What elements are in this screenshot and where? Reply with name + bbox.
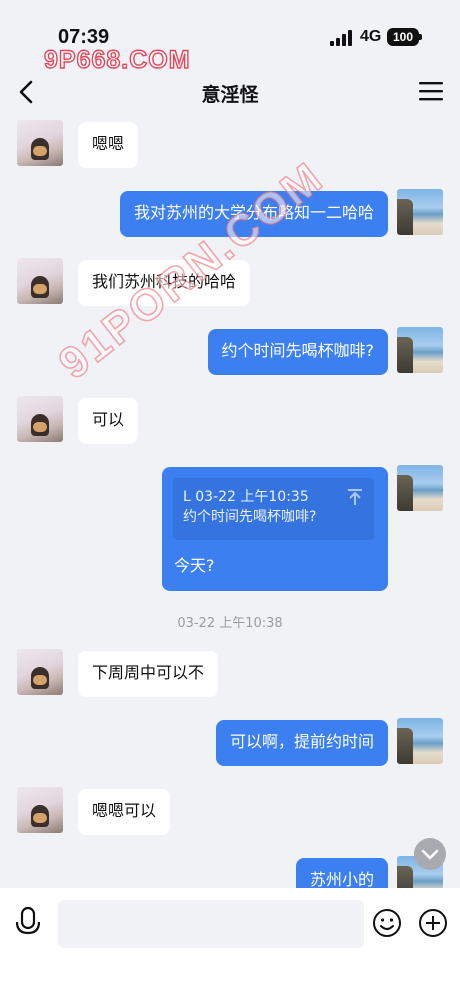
quoted-message-header: L 03-22 上午10:35 xyxy=(183,489,309,505)
emoji-icon[interactable] xyxy=(372,908,402,938)
message-bubble-sent-reply[interactable]: L 03-22 上午10:35 约个时间先喝杯咖啡? 今天? xyxy=(162,467,388,591)
message-timestamp: 03-22 上午10:38 xyxy=(177,616,283,631)
contact-avatar[interactable] xyxy=(17,120,63,166)
contact-avatar[interactable] xyxy=(17,258,63,304)
my-avatar[interactable] xyxy=(397,327,443,373)
chevron-down-icon xyxy=(421,849,439,860)
message-bubble-received[interactable]: 下周周中可以不 xyxy=(78,651,219,697)
battery-tip xyxy=(419,34,422,40)
my-avatar[interactable] xyxy=(397,189,443,235)
jump-to-top-icon[interactable] xyxy=(346,488,364,506)
scroll-to-bottom-button[interactable] xyxy=(414,838,446,870)
menu-icon[interactable] xyxy=(418,80,444,102)
message-bubble-received[interactable]: 嗯嗯 xyxy=(78,122,139,168)
contact-avatar[interactable] xyxy=(17,396,63,442)
nav-bar: 意淫怪 xyxy=(0,70,460,114)
contact-avatar[interactable] xyxy=(17,787,63,833)
network-type: 4G xyxy=(360,28,382,45)
message-bubble-received[interactable]: 嗯嗯可以 xyxy=(78,789,171,835)
message-bubble-sent[interactable]: 可以啊，提前约时间 xyxy=(215,720,388,766)
quoted-message-text: 约个时间先喝杯咖啡? xyxy=(183,509,317,525)
chat-title: 意淫怪 xyxy=(201,84,259,106)
battery-icon: 100 xyxy=(387,28,419,46)
my-avatar[interactable] xyxy=(397,465,443,511)
message-bubble-received[interactable]: 可以 xyxy=(78,398,139,444)
contact-avatar[interactable] xyxy=(17,649,63,695)
voice-input-icon[interactable] xyxy=(14,906,42,938)
message-bubble-sent[interactable]: 约个时间先喝杯咖啡? xyxy=(207,329,388,375)
my-avatar[interactable] xyxy=(397,718,443,764)
plus-icon[interactable] xyxy=(418,908,448,938)
message-input[interactable] xyxy=(58,900,364,948)
quoted-message[interactable]: L 03-22 上午10:35 约个时间先喝杯咖啡? xyxy=(173,478,374,540)
input-bar xyxy=(0,888,460,1000)
reply-text: 今天? xyxy=(174,556,215,575)
signal-icon xyxy=(330,30,352,46)
